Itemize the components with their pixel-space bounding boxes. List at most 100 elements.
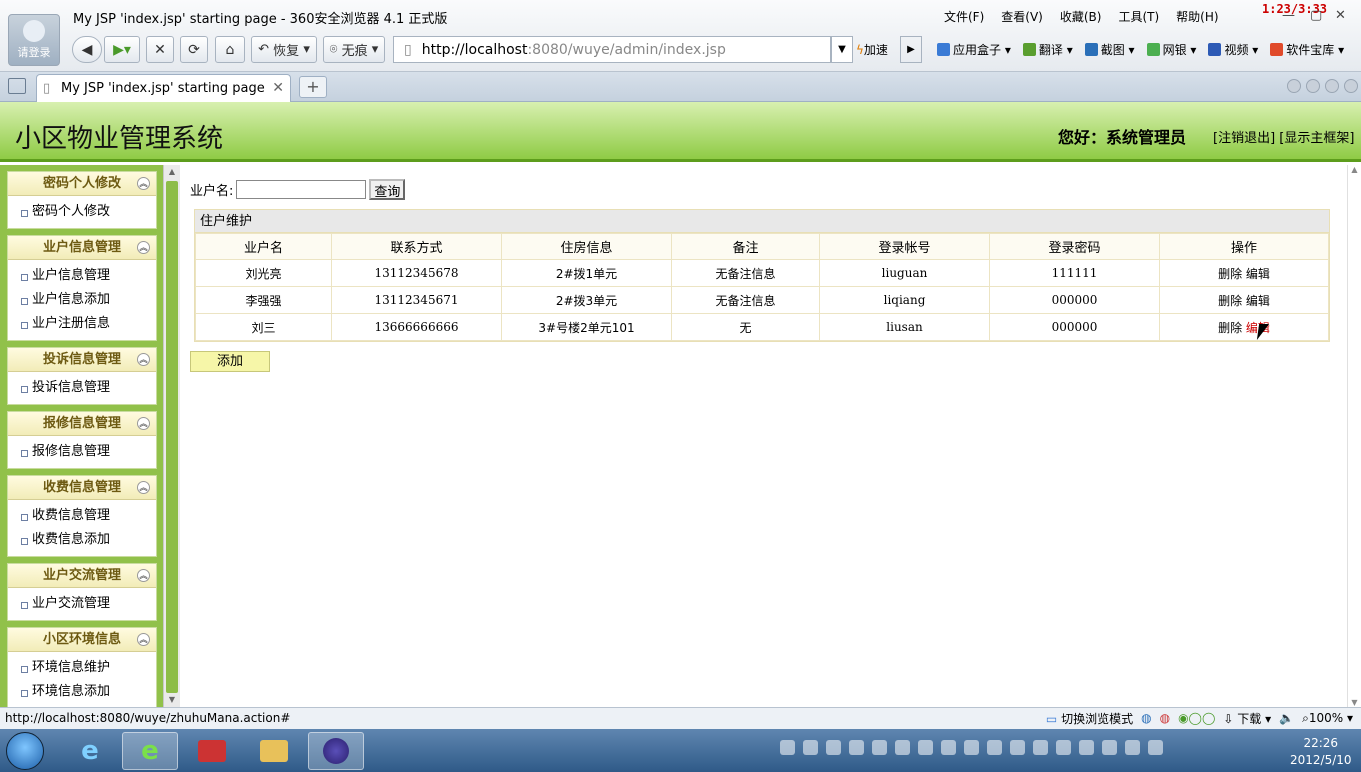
tab-close-all-icon[interactable] (1344, 79, 1358, 93)
globe-icon[interactable]: ◍ (1141, 711, 1151, 725)
tool-video[interactable]: 视频 ▾ (1208, 41, 1258, 58)
address-bar[interactable]: ▯ http://localhost:8080/wuye/admin/index.… (393, 36, 831, 63)
show-frame-link[interactable]: [显示主框架] (1279, 131, 1354, 146)
collapse-icon[interactable]: ︽ (137, 353, 150, 366)
delete-link[interactable]: 删除 (1218, 321, 1242, 335)
tool-translate[interactable]: 翻译 ▾ (1022, 41, 1073, 58)
address-dropdown[interactable]: ▼ (831, 36, 853, 63)
qq-tray-icon[interactable] (803, 740, 818, 755)
user-avatar[interactable]: 请登录 (8, 14, 60, 66)
sidebar-group-header[interactable]: 投诉信息管理 ︽ (8, 348, 156, 372)
sidebar-item[interactable]: 环境信息添加 (8, 680, 156, 704)
new-tab-button[interactable]: + (299, 76, 327, 98)
delete-link[interactable]: 删除 (1218, 294, 1242, 308)
shield-icon[interactable]: ◍ (1160, 711, 1170, 725)
sidebar-item[interactable]: 业户注册信息 (8, 312, 156, 336)
collapse-icon[interactable]: ︽ (137, 481, 150, 494)
maximize-icon[interactable]: ▢ (1310, 8, 1322, 23)
download-button[interactable]: ⇩ 下载 ▾ (1223, 710, 1271, 727)
menu-favorites[interactable]: 收藏(B) (1060, 8, 1102, 25)
flag-tray-icon[interactable] (1079, 740, 1094, 755)
edit-link[interactable]: 编辑 (1246, 267, 1270, 281)
tool-app-box[interactable]: 应用盒子 ▾ (937, 41, 1011, 58)
home-button[interactable]: ⌂ (215, 36, 245, 63)
sidebar-item[interactable]: 收费信息添加 (8, 528, 156, 552)
sidebar-item[interactable]: 环境信息维护 (8, 656, 156, 680)
edit-link[interactable]: 编辑 (1246, 294, 1270, 308)
tab-list-icon[interactable] (1325, 79, 1339, 93)
eclipse-icon[interactable] (308, 732, 364, 770)
folder-icon[interactable] (246, 732, 302, 770)
browser-360-icon[interactable]: e (122, 732, 178, 770)
menu-view[interactable]: 查看(V) (1001, 8, 1043, 25)
penguin-tray-icon[interactable] (826, 740, 841, 755)
toggle-icon[interactable]: ◉◯◯ (1178, 711, 1215, 725)
volume-icon[interactable]: 🔈 (1279, 711, 1294, 725)
collapse-icon[interactable]: ︽ (137, 417, 150, 430)
sidebar-group-header[interactable]: 密码个人修改 ︽ (8, 172, 156, 196)
collapse-icon[interactable]: ︽ (137, 569, 150, 582)
minimize-icon[interactable]: — (1282, 8, 1295, 23)
sidebar-group-header[interactable]: 业户信息管理 ︽ (8, 236, 156, 260)
sidebar-item[interactable]: 报修信息管理 (8, 440, 156, 464)
add-button[interactable]: 添加 (190, 351, 270, 372)
toolbox-icon[interactable] (184, 732, 240, 770)
sidebar-item[interactable]: 业户交流管理 (8, 592, 156, 616)
speaker-tray-icon[interactable] (1148, 740, 1163, 755)
back-button[interactable]: ◀ (72, 36, 102, 63)
tab-scroll-right-icon[interactable] (1306, 79, 1320, 93)
app-tray-icon[interactable] (918, 740, 933, 755)
tool-software[interactable]: 软件宝库 ▾ (1270, 41, 1344, 58)
tab-active[interactable]: ▯ My JSP 'index.jsp' starting page ✕ (36, 74, 291, 102)
windows-tray-icon[interactable] (1010, 740, 1025, 755)
notes-tray-icon[interactable] (941, 740, 956, 755)
collapse-icon[interactable]: ︽ (137, 177, 150, 190)
collapse-icon[interactable]: ︽ (137, 633, 150, 646)
logout-link[interactable]: [注销退出] (1213, 131, 1275, 146)
sidebar-toggle-icon[interactable] (8, 78, 26, 94)
shield-tray-icon[interactable] (872, 740, 887, 755)
refresh-tray-icon[interactable] (964, 740, 979, 755)
sidebar-item[interactable]: 投诉信息管理 (8, 376, 156, 400)
sidebar-item[interactable]: 收费信息管理 (8, 504, 156, 528)
query-button[interactable]: 查询 (369, 179, 406, 200)
incognito-button[interactable]: ⌾ 无痕 ▾ (323, 36, 385, 63)
scrollbar-thumb[interactable] (166, 181, 178, 693)
sidebar-group-header[interactable]: 报修信息管理 ︽ (8, 412, 156, 436)
stop-button[interactable]: ✕ (146, 36, 174, 63)
display-tray-icon[interactable] (1125, 740, 1140, 755)
sidebar-scrollbar[interactable]: ▲ ▼ (163, 165, 180, 707)
zoom-control[interactable]: ⌕100% ▾ (1302, 711, 1353, 726)
tool-bank[interactable]: 网银 ▾ (1146, 41, 1196, 58)
sidebar-item[interactable]: 业户信息添加 (8, 288, 156, 312)
keyboard-tray-icon[interactable] (780, 740, 795, 755)
collapse-icon[interactable]: ︽ (137, 241, 150, 254)
sidebar-item[interactable]: 业户信息管理 (8, 264, 156, 288)
copy-tray-icon[interactable] (1102, 740, 1117, 755)
menu-help[interactable]: 帮助(H) (1176, 8, 1218, 25)
scroll-up-icon[interactable]: ▲ (164, 165, 180, 179)
file-tray-icon[interactable] (987, 740, 1002, 755)
tab-scroll-left-icon[interactable] (1287, 79, 1301, 93)
sidebar-item[interactable]: 密码个人修改 (8, 200, 156, 224)
content-scrollbar[interactable]: ▲ ▼ (1347, 165, 1361, 707)
close-window-icon[interactable]: ✕ (1335, 8, 1346, 23)
forward-button[interactable]: ▶▾ (104, 36, 140, 63)
security-tray-icon[interactable] (895, 740, 910, 755)
network-tray-icon[interactable] (849, 740, 864, 755)
scroll-up-icon[interactable]: ▲ (1348, 165, 1361, 174)
settings-tray-icon[interactable] (1033, 740, 1048, 755)
scroll-down-icon[interactable]: ▼ (1348, 698, 1361, 707)
scroll-down-icon[interactable]: ▼ (164, 693, 180, 707)
menu-file[interactable]: 文件(F) (944, 8, 984, 25)
menu-tools[interactable]: 工具(T) (1118, 8, 1159, 25)
ie-icon[interactable]: e (62, 732, 118, 770)
owner-name-input[interactable] (236, 180, 367, 199)
tool-screenshot[interactable]: 截图 ▾ (1084, 41, 1135, 58)
mode-switch[interactable]: ▭ 切换浏览模式 (1046, 710, 1133, 727)
refresh-button[interactable]: ⟳ (180, 36, 208, 63)
start-button-icon[interactable] (6, 732, 44, 770)
taskbar-clock[interactable]: 22:26 2012/5/10 (1290, 735, 1352, 769)
sidebar-group-header[interactable]: 收费信息管理 ︽ (8, 476, 156, 500)
restore-button[interactable]: ↶ 恢复 ▾ (251, 36, 317, 63)
